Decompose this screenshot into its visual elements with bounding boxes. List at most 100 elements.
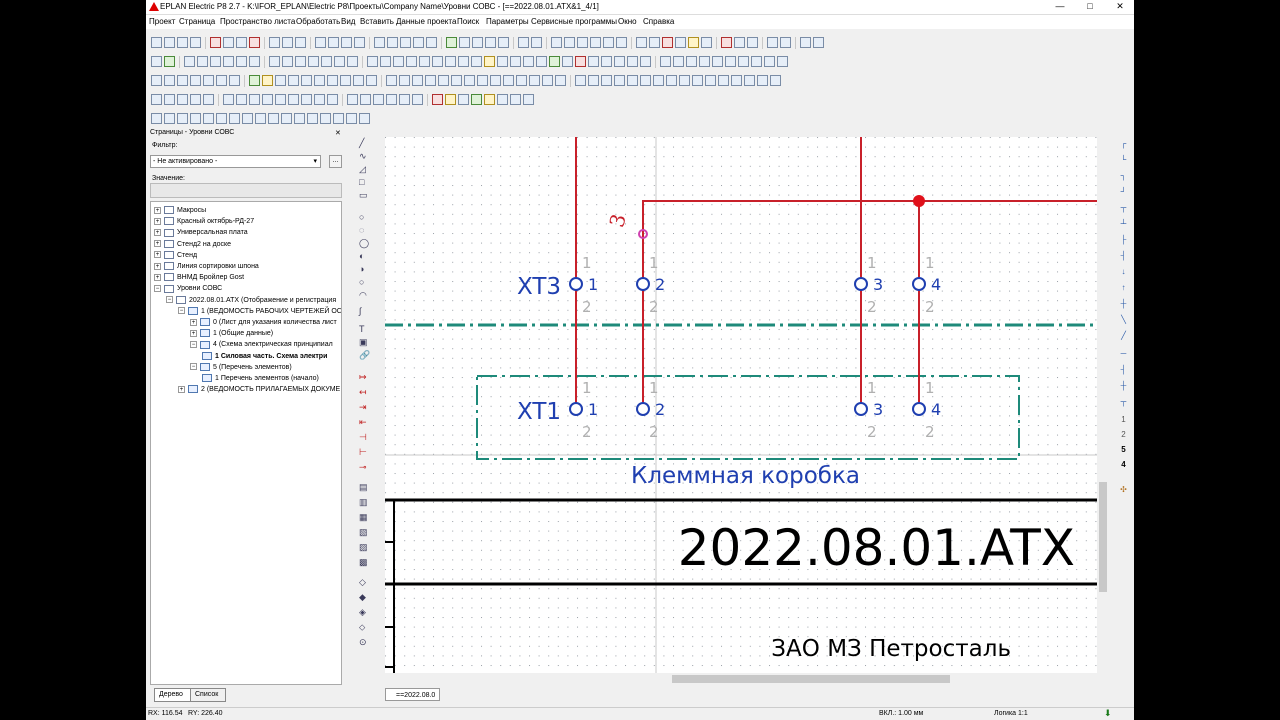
highlight-icon[interactable] [484,56,495,67]
close-project-icon[interactable] [177,37,188,48]
tool-2-icon[interactable] [164,113,175,124]
draw-tool-icon[interactable]: ◐ [359,251,369,261]
run-icon[interactable] [549,56,560,67]
macro-navigator-icon[interactable] [347,56,358,67]
tree-item[interactable]: +1 (Общие данные) [190,328,273,339]
draw-14-icon[interactable] [327,94,338,105]
expand-icon[interactable]: + [154,273,161,281]
grid-e-icon[interactable] [616,37,627,48]
draw-tool-icon[interactable]: ⊙ [359,637,369,647]
tool-12-icon[interactable] [294,113,305,124]
tool-7-icon[interactable] [229,113,240,124]
angle-14-icon[interactable] [555,75,566,86]
draw-tool-icon[interactable]: 🔗 [359,350,370,360]
angle-2-icon[interactable] [399,75,410,86]
color-orange-icon[interactable] [484,94,495,105]
topology-navigator-icon[interactable] [321,56,332,67]
tree-item[interactable]: + Макросы [154,205,206,216]
draw-tool-icon[interactable]: ◯ [359,238,369,248]
draw-tool-icon[interactable]: ◈ [359,607,369,617]
bus-navigator-icon[interactable] [282,56,293,67]
tee-13-icon[interactable] [731,75,742,86]
zoom-out-icon[interactable] [485,37,496,48]
pages-panel-close-button[interactable]: ✕ [335,129,341,137]
connection-symbol-icon[interactable]: ─ [1118,348,1129,359]
back-icon[interactable] [518,37,529,48]
redo-icon[interactable] [341,37,352,48]
expand-icon[interactable]: + [154,262,161,270]
collapse-icon[interactable]: − [190,363,197,371]
potential-navigator-icon[interactable] [249,56,260,67]
horizontal-scrollbar[interactable] [385,673,1097,685]
device-symbol-7-icon[interactable] [327,75,338,86]
expand-icon[interactable]: + [154,229,161,237]
grid-a-icon[interactable] [564,37,575,48]
import-icon[interactable] [536,56,547,67]
net-icon[interactable] [660,56,671,67]
plc-navigator-icon[interactable] [269,56,280,67]
color-blue-icon[interactable] [458,94,469,105]
connection-symbol-icon[interactable]: ┬ [1118,202,1129,213]
vertical-scroll-thumb[interactable] [1099,482,1107,592]
filter-select[interactable]: - Не активировано - ▾ [150,155,321,168]
plc-icon[interactable] [725,56,736,67]
tab-tree[interactable]: Дерево [154,688,192,702]
table-edit-icon[interactable] [295,37,306,48]
menu-layout-space[interactable]: Пространство листа [220,17,295,26]
draw-5-icon[interactable] [203,94,214,105]
draw-tool-icon[interactable]: ◑ [359,264,369,274]
color-black-icon[interactable] [523,94,534,105]
settings-icon[interactable] [510,56,521,67]
draw-tool-icon[interactable]: ◌ [359,225,369,235]
color-white-icon[interactable] [510,94,521,105]
color-green-icon[interactable] [471,94,482,105]
monitor-icon[interactable] [426,37,437,48]
device-symbol-4-icon[interactable] [288,75,299,86]
revision-icon[interactable] [734,37,745,48]
draw-tool-icon[interactable]: ⇤ [359,417,369,427]
connection-navigator-icon[interactable] [197,56,208,67]
zoom-window-icon[interactable] [459,37,470,48]
terminal-navigator-icon[interactable] [210,56,221,67]
tree-item[interactable]: − 4 (Схема электрическая принципиал [190,339,333,350]
vertical-scrollbar[interactable] [1097,137,1109,673]
interruption-icon[interactable] [764,56,775,67]
draw-4-icon[interactable] [190,94,201,105]
tree-item[interactable]: 1 Силовая часть. Схема электри [202,351,327,362]
link-icon[interactable] [777,56,788,67]
graphics-preview-icon[interactable] [400,37,411,48]
page-preview-icon[interactable] [387,37,398,48]
cut-icon[interactable] [210,37,221,48]
draw-1-icon[interactable] [151,94,162,105]
settings-icon[interactable]: ✣ [1118,484,1129,495]
input-box-icon[interactable] [675,37,686,48]
draw-tool-icon[interactable]: ∫ [359,306,369,316]
tool-1-icon[interactable] [151,113,162,124]
draw-tool-icon[interactable]: ▩ [359,557,369,567]
tee-3-icon[interactable] [601,75,612,86]
tee-15-icon[interactable] [757,75,768,86]
script-icon[interactable] [562,56,573,67]
page-macro-icon[interactable] [419,56,430,67]
maximize-button[interactable]: □ [1076,0,1104,14]
draw-tool-icon[interactable]: ○ [359,277,369,287]
draw-tool-icon[interactable]: ▦ [359,512,369,522]
draw-7-icon[interactable] [236,94,247,105]
tree-item[interactable]: + Универсальная плата [154,227,248,238]
dt-navigator-icon[interactable] [334,56,345,67]
tree-item[interactable]: − Уровни СОВС [154,283,222,294]
tee-2-icon[interactable] [588,75,599,86]
value-input[interactable] [150,183,342,198]
draw-tool-icon[interactable]: ⇥ [359,402,369,412]
forward-icon[interactable] [531,37,542,48]
angle-13-icon[interactable] [542,75,553,86]
angle-5-icon[interactable] [438,75,449,86]
number-button[interactable]: 4 [1118,459,1129,470]
draw-tool-icon[interactable]: ▨ [359,542,369,552]
angle-10-icon[interactable] [503,75,514,86]
connection-symbol-6-icon[interactable] [229,75,240,86]
draw-tool-icon[interactable]: ╱ [359,138,369,148]
plugin-icon[interactable] [164,56,175,67]
number-button[interactable]: 2 [1118,429,1129,440]
draw-9-icon[interactable] [262,94,273,105]
